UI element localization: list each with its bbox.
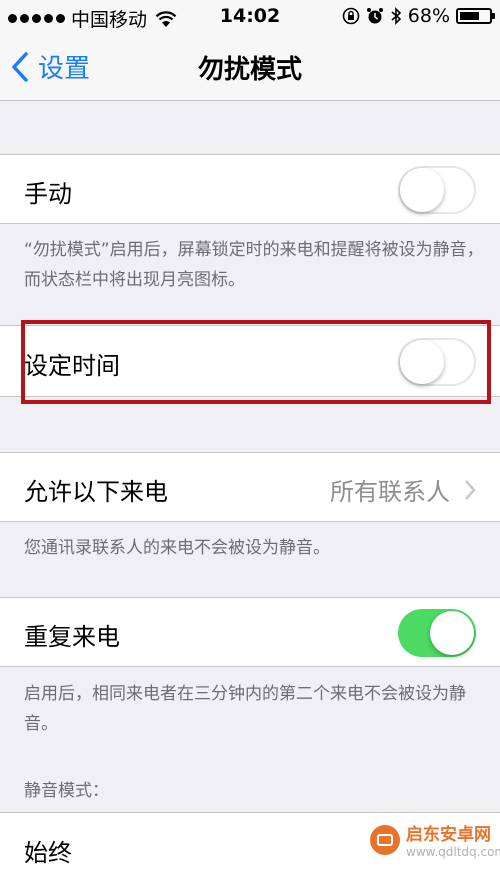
- manual-toggle[interactable]: [398, 166, 476, 214]
- status-right: 68%: [342, 5, 495, 27]
- battery-level: [460, 12, 479, 20]
- manual-row: 手动: [0, 154, 500, 224]
- repeated-calls-toggle[interactable]: [398, 609, 476, 657]
- allow-calls-footer: 您通讯录联系人的来电不会被设为静音。: [24, 538, 330, 558]
- scheduled-label: 设定时间: [24, 352, 120, 380]
- silence-always-label: 始终: [24, 839, 72, 867]
- manual-footer: “勿扰模式”启用后，屏幕锁定时的来电和提醒将被设为静音，而状态栏中将出现月亮图标…: [24, 240, 484, 290]
- repeated-calls-row: 重复来电: [0, 597, 500, 667]
- battery-icon: [456, 8, 495, 24]
- nav-bar: 设置 勿扰模式: [0, 34, 500, 101]
- alarm-icon: [366, 8, 383, 24]
- watermark: 启东安卓网 www.qdltdq.com: [370, 820, 500, 859]
- allow-calls-row[interactable]: 允许以下来电 所有联系人: [0, 452, 500, 522]
- scheduled-row: 设定时间: [0, 325, 500, 397]
- bluetooth-icon: [391, 7, 401, 25]
- rotation-lock-icon: [342, 7, 360, 25]
- silence-header: 静音模式：: [24, 781, 109, 801]
- page-title: 勿扰模式: [197, 55, 302, 85]
- allow-calls-detail: 所有联系人: [330, 472, 476, 507]
- allow-calls-label: 允许以下来电: [24, 478, 168, 506]
- battery-percent: 68%: [407, 5, 450, 27]
- watermark-brand: 启东安卓网: [406, 825, 491, 845]
- repeated-calls-footer: 启用后，相同来电者在三分钟内的第二个来电不会被设为静音。: [24, 684, 466, 734]
- scheduled-toggle[interactable]: [398, 338, 476, 386]
- watermark-logo: [370, 824, 400, 855]
- manual-label: 手动: [24, 180, 72, 208]
- chevron-right-icon: [465, 479, 476, 500]
- watermark-url: www.qdltdq.com: [406, 845, 500, 859]
- repeated-calls-label: 重复来电: [24, 623, 120, 651]
- status-bar: 中国移动 14:02 68%: [0, 0, 500, 34]
- allow-calls-value: 所有联系人: [330, 478, 450, 506]
